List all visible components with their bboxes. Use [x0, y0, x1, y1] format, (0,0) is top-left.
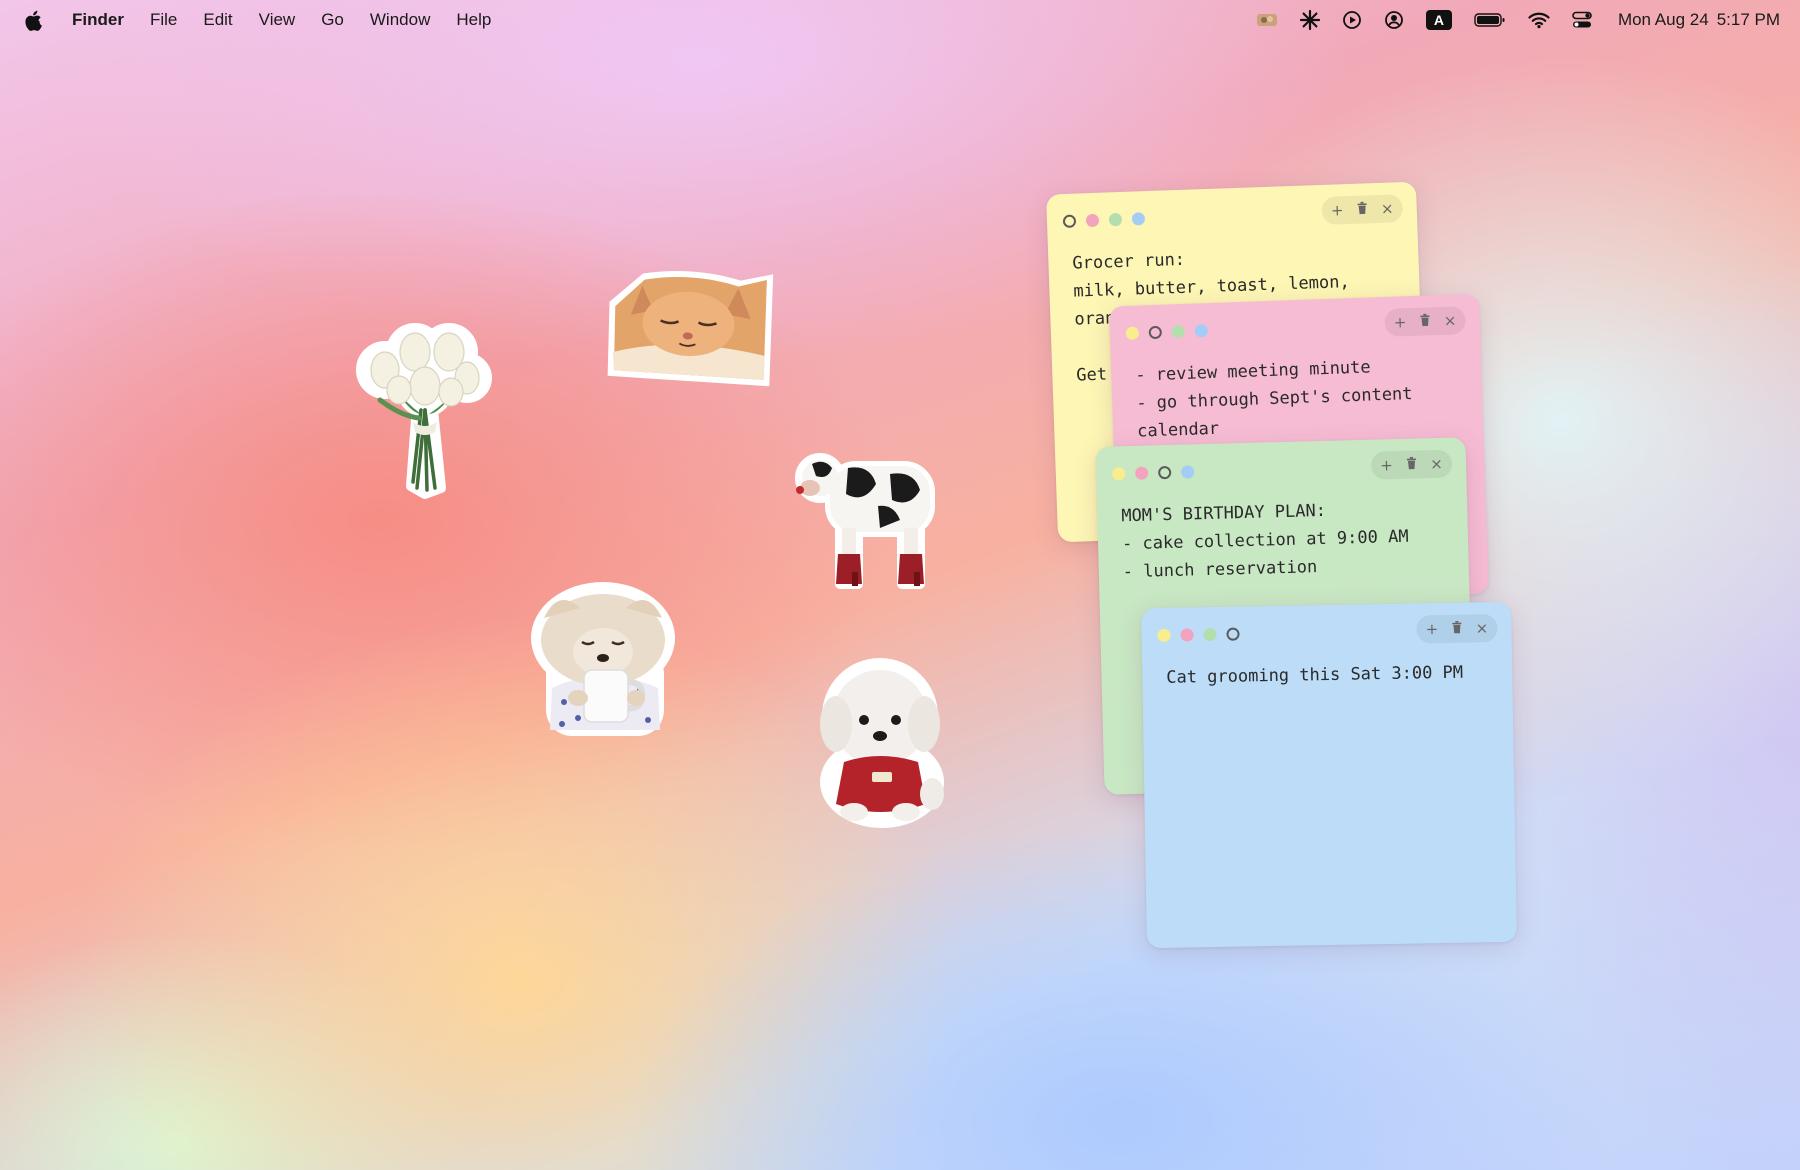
color-dot-pink[interactable]	[1180, 628, 1194, 642]
note-color-picker	[1157, 627, 1249, 642]
clock-date: Mon Aug 24	[1617, 10, 1709, 29]
note-text[interactable]: Cat grooming this Sat 3:00 PM	[1142, 654, 1513, 692]
sticky-note-blue[interactable]: + × Cat grooming this Sat 3:00 PM	[1141, 601, 1517, 949]
sleepy-orange-cat-sticker[interactable]	[597, 261, 782, 403]
color-dot-green-selected[interactable]	[1158, 465, 1172, 480]
color-dot-yellow[interactable]	[1125, 326, 1140, 340]
color-dot-blue[interactable]	[1194, 324, 1209, 338]
user-circle-icon[interactable]	[1384, 10, 1404, 30]
trash-icon[interactable]	[1404, 455, 1419, 473]
menu-bar: Finder File Edit View Go Window Help A M…	[0, 0, 1800, 40]
trash-icon[interactable]	[1354, 200, 1370, 219]
add-note-button[interactable]: +	[1424, 620, 1439, 638]
menu-app-name[interactable]: Finder	[72, 10, 124, 30]
menu-go[interactable]: Go	[321, 10, 344, 30]
trash-icon[interactable]	[1417, 312, 1433, 331]
color-dot-blue[interactable]	[1131, 212, 1146, 226]
note-titlebar[interactable]: + ×	[1096, 437, 1467, 499]
white-puppy-in-red-sweater-sticker[interactable]	[814, 654, 950, 833]
color-dot-blue-selected[interactable]	[1226, 627, 1240, 641]
color-dot-green[interactable]	[1171, 324, 1186, 339]
menu-help[interactable]: Help	[456, 10, 491, 30]
add-note-button[interactable]: +	[1329, 201, 1345, 220]
color-dot-yellow[interactable]	[1112, 467, 1126, 481]
color-dot-pink-selected[interactable]	[1148, 325, 1163, 340]
color-dot-yellow[interactable]	[1157, 628, 1171, 642]
note-titlebar[interactable]: + ×	[1141, 602, 1512, 660]
clock-time: 5:17 PM	[1716, 10, 1780, 29]
note-color-picker	[1062, 212, 1155, 228]
menu-window[interactable]: Window	[370, 10, 430, 30]
add-note-button[interactable]: +	[1379, 456, 1394, 474]
tulip-bouquet-sticker[interactable]	[355, 318, 495, 505]
trash-icon[interactable]	[1449, 620, 1464, 638]
note-toolbar: + ×	[1416, 614, 1498, 644]
close-note-button[interactable]: ×	[1442, 311, 1458, 330]
note-toolbar: + ×	[1384, 306, 1467, 337]
play-circle-icon[interactable]	[1342, 10, 1362, 30]
close-note-button[interactable]: ×	[1429, 455, 1444, 473]
color-dot-green[interactable]	[1203, 627, 1217, 642]
color-dot-blue[interactable]	[1181, 465, 1195, 479]
menu-bar-clock[interactable]: Mon Aug 24 5:17 PM	[1618, 10, 1780, 30]
close-note-button[interactable]: ×	[1474, 619, 1489, 637]
battery-icon[interactable]	[1474, 12, 1506, 28]
color-dot-pink[interactable]	[1135, 466, 1149, 480]
wifi-icon[interactable]	[1528, 11, 1550, 29]
note-toolbar: + ×	[1321, 194, 1404, 225]
menu-view[interactable]: View	[259, 10, 296, 30]
note-text[interactable]: MOM'S BIRTHDAY PLAN: - cake collection a…	[1097, 489, 1469, 587]
sparkle-icon[interactable]	[1299, 10, 1320, 30]
color-dot-yellow-selected[interactable]	[1062, 214, 1077, 228]
cow-in-red-boots-sticker[interactable]	[790, 444, 946, 601]
control-center-icon[interactable]	[1572, 11, 1592, 29]
color-dot-pink[interactable]	[1085, 213, 1100, 228]
menu-file[interactable]: File	[150, 10, 177, 30]
color-dot-green[interactable]	[1108, 212, 1123, 227]
app-thumbnail-icon[interactable]	[1256, 12, 1278, 28]
chihuahua-with-mug-sticker[interactable]	[528, 578, 678, 743]
add-note-button[interactable]: +	[1392, 313, 1408, 332]
input-source-letter: A	[1425, 10, 1452, 30]
note-color-picker	[1112, 465, 1204, 481]
keyboard-input-icon[interactable]: A	[1425, 10, 1452, 30]
apple-logo-icon[interactable]	[24, 10, 42, 31]
close-note-button[interactable]: ×	[1379, 199, 1395, 218]
menu-edit[interactable]: Edit	[203, 10, 232, 30]
note-toolbar: + ×	[1370, 449, 1453, 480]
note-text[interactable]: - review meeting minute - go through Sep…	[1111, 346, 1484, 447]
note-color-picker	[1125, 324, 1218, 340]
